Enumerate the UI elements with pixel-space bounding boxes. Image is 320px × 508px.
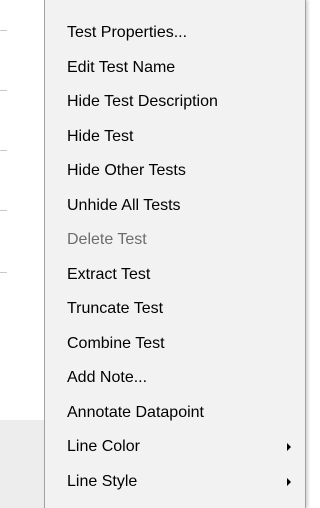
background-tick [0, 30, 7, 31]
triangle-right-icon [287, 465, 291, 499]
menu-item-line-style[interactable]: Line Style [45, 465, 305, 500]
menu-item-label: Annotate Datapoint [67, 403, 204, 421]
menu-item-hide-test[interactable]: Hide Test [45, 120, 305, 155]
background-tick [0, 150, 7, 151]
menu-item-label: Hide Other Tests [67, 162, 186, 179]
menu-item-label: Add Note... [67, 369, 148, 386]
menu-item-add-note[interactable]: Add Note... [45, 361, 305, 396]
context-menu: Test Properties... Edit Test Name Hide T… [44, 0, 306, 508]
menu-item-line-color[interactable]: Line Color [45, 430, 305, 465]
menu-item-label: Edit Test Name [67, 58, 176, 76]
screen: Test Properties... Edit Test Name Hide T… [0, 0, 308, 508]
menu-item-hide-other-tests[interactable]: Hide Other Tests [45, 154, 305, 189]
menu-item-annotate-datapoint[interactable]: Annotate Datapoint [45, 396, 305, 431]
menu-item-delete-test: Delete Test [45, 223, 305, 258]
menu-item-label: Hide Test [67, 127, 134, 145]
menu-item-label: Truncate Test [67, 300, 164, 317]
menu-item-label: Test Properties... [67, 24, 188, 41]
menu-item-label: Hide Test Description [67, 93, 218, 110]
menu-item-label: Line Color [67, 438, 140, 455]
menu-item-unhide-all-tests[interactable]: Unhide All Tests [45, 189, 305, 224]
menu-item-label: Combine Test [67, 334, 165, 352]
menu-item-hide-test-description[interactable]: Hide Test Description [45, 85, 305, 120]
menu-item-test-properties[interactable]: Test Properties... [45, 16, 305, 51]
background-panel [0, 420, 45, 508]
menu-item-extract-test[interactable]: Extract Test [45, 258, 305, 293]
menu-item-label: Unhide All Tests [67, 196, 181, 214]
background-tick [0, 90, 7, 91]
menu-item-label: Delete Test [67, 231, 147, 248]
menu-item-combine-test[interactable]: Combine Test [45, 327, 305, 362]
menu-item-truncate-test[interactable]: Truncate Test [45, 292, 305, 327]
background-tick [0, 272, 7, 273]
triangle-right-icon [287, 430, 291, 464]
menu-item-label: Extract Test [67, 265, 151, 283]
background-window [0, 0, 46, 508]
menu-item-label: Line Style [67, 472, 138, 490]
background-tick [0, 210, 7, 211]
menu-item-edit-test-name[interactable]: Edit Test Name [45, 51, 305, 86]
